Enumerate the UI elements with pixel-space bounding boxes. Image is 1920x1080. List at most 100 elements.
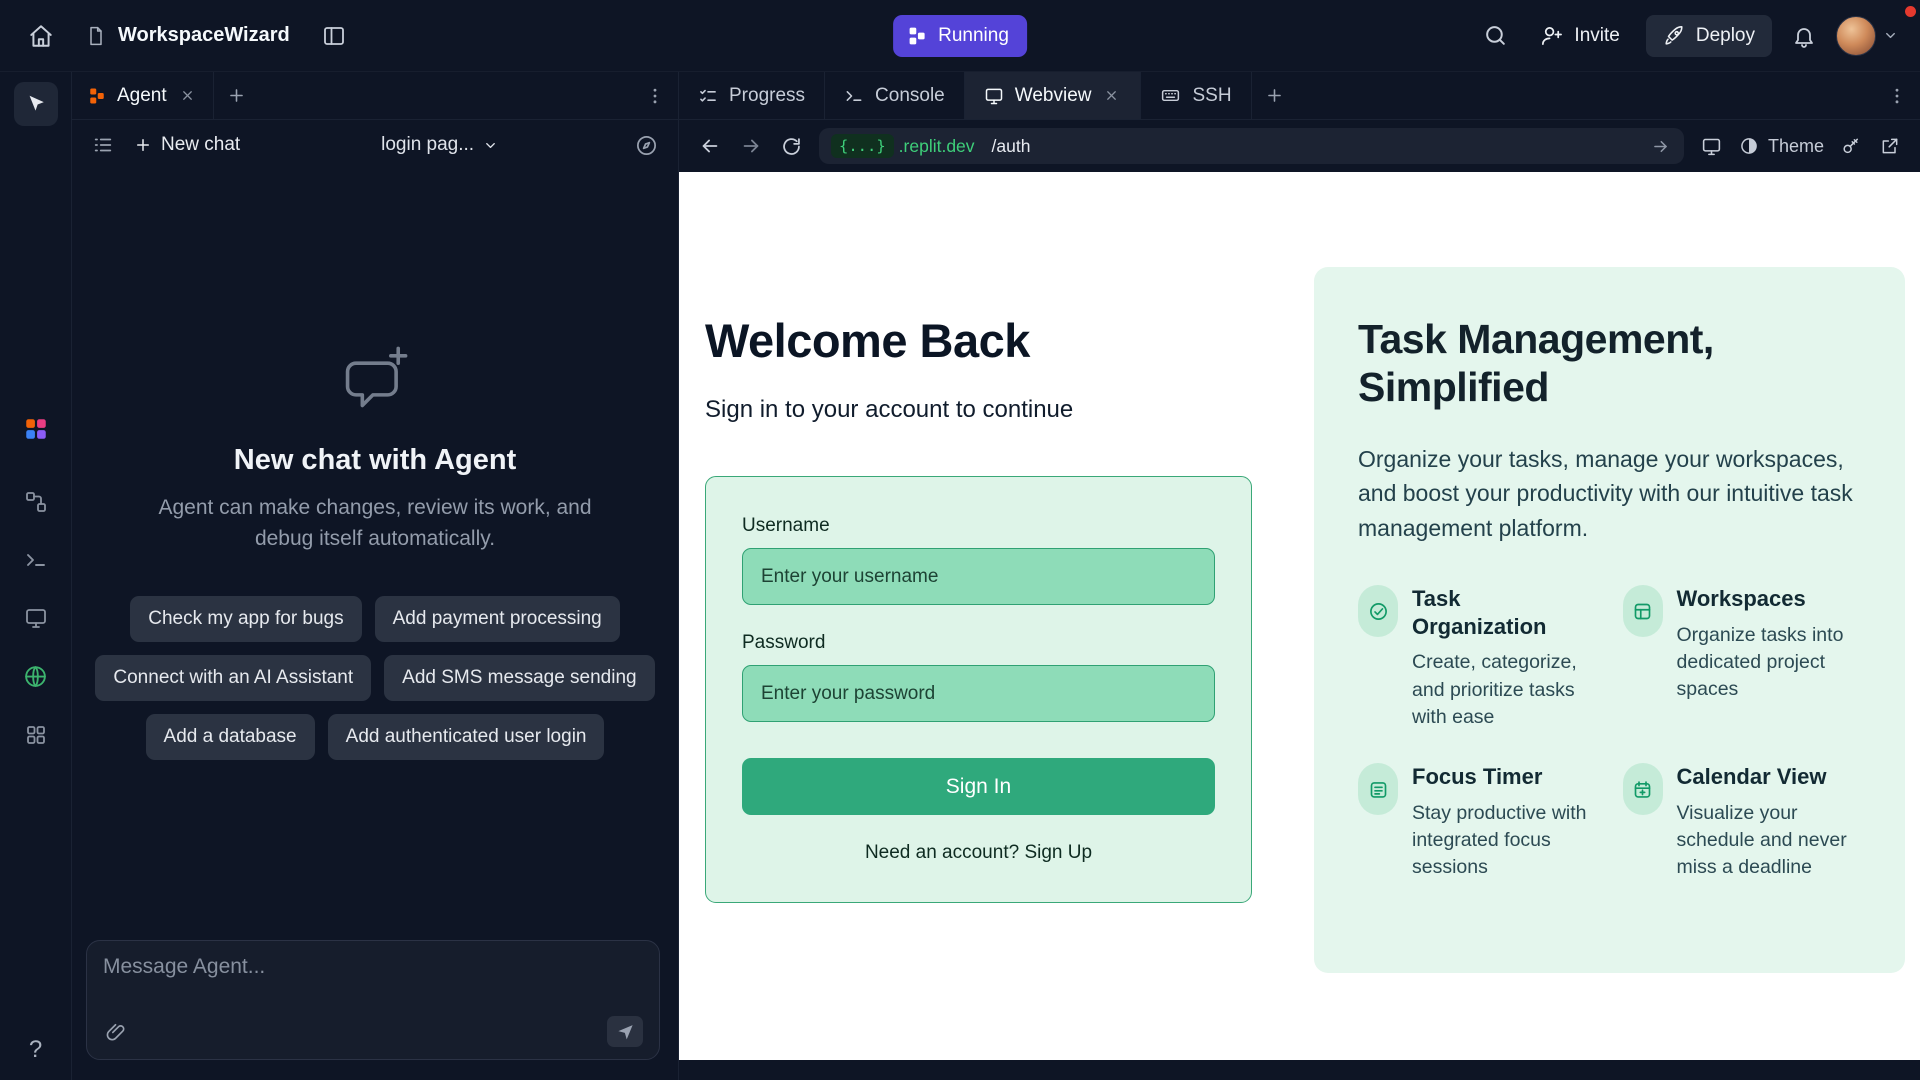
plus-icon xyxy=(227,86,246,105)
chat-bubble-plus-icon xyxy=(337,340,413,416)
devtools-button[interactable] xyxy=(1839,134,1863,158)
bell-icon xyxy=(1792,24,1816,48)
agent-tab-label: Agent xyxy=(117,85,167,107)
password-field[interactable] xyxy=(742,665,1215,722)
help-label: ? xyxy=(29,1036,42,1063)
sign-in-button[interactable]: Sign In xyxy=(742,758,1215,815)
agent-panel: Agent New chat login pag... xyxy=(72,72,679,1080)
suggestion-chip[interactable]: Add SMS message sending xyxy=(384,655,654,701)
welcome-heading: Welcome Back xyxy=(705,313,1252,368)
search-button[interactable] xyxy=(1477,17,1514,54)
arrow-left-icon xyxy=(699,135,721,157)
apps-grid-nav-button[interactable] xyxy=(22,721,50,749)
key-icon xyxy=(1841,136,1861,156)
chevron-down-icon xyxy=(483,138,498,153)
tab-label: SSH xyxy=(1192,85,1231,107)
agent-empty-state: New chat with Agent Agent can make chang… xyxy=(72,170,678,930)
agent-chat-toolbar: New chat login pag... xyxy=(72,120,678,170)
layout-toggle-button[interactable] xyxy=(316,18,352,54)
tab-ssh[interactable]: SSH xyxy=(1141,72,1251,119)
feature-title: Focus Timer xyxy=(1412,763,1597,791)
tab-agent[interactable]: Agent xyxy=(72,72,214,119)
agent-nav-button[interactable] xyxy=(21,414,51,444)
feature-grid: Task Organization Create, categorize, an… xyxy=(1358,585,1861,881)
add-workspace-tab-button[interactable] xyxy=(1252,72,1298,119)
tab-webview[interactable]: Webview xyxy=(965,72,1142,119)
send-icon xyxy=(616,1022,635,1041)
close-icon xyxy=(180,88,195,103)
webview-tab-close-button[interactable] xyxy=(1102,86,1121,105)
suggestion-chips: Check my app for bugs Add payment proces… xyxy=(90,596,660,760)
compass-icon xyxy=(635,134,658,157)
deploy-button[interactable]: Deploy xyxy=(1646,15,1772,57)
feature-description: Organize tasks into dedicated project sp… xyxy=(1677,622,1862,704)
home-button[interactable] xyxy=(22,17,60,55)
help-button[interactable]: ? xyxy=(29,1036,42,1064)
browser-forward-button[interactable] xyxy=(738,133,764,159)
suggestion-chip[interactable]: Add a database xyxy=(146,714,315,760)
deployments-nav-button[interactable] xyxy=(21,662,50,691)
agent-panel-menu-button[interactable] xyxy=(632,72,678,119)
password-label: Password xyxy=(742,632,1215,654)
calendar-plus-icon xyxy=(1623,763,1663,815)
running-status-button[interactable]: Running xyxy=(893,15,1027,57)
workspace-tabbar: Progress Console Webview SSH xyxy=(679,72,1920,120)
workspace-title: WorkspaceWizard xyxy=(118,24,290,47)
invite-button[interactable]: Invite xyxy=(1528,15,1631,56)
checkpoint-history-button[interactable] xyxy=(631,130,662,161)
url-host: .replit.dev xyxy=(899,136,975,157)
avatar xyxy=(1836,16,1876,56)
monitor-icon xyxy=(24,606,48,630)
deploy-label: Deploy xyxy=(1696,25,1755,47)
url-go-button[interactable] xyxy=(1649,135,1672,158)
webview-nav-button[interactable] xyxy=(22,604,50,632)
open-in-new-tab-button[interactable] xyxy=(1878,134,1902,158)
theme-toggle-button[interactable]: Theme xyxy=(1739,136,1824,157)
sign-up-link[interactable]: Need an account? Sign Up xyxy=(742,842,1215,864)
message-composer[interactable] xyxy=(86,940,660,1060)
url-input[interactable]: {...} .replit.dev /auth xyxy=(819,128,1684,164)
username-field[interactable] xyxy=(742,548,1215,605)
attach-file-button[interactable] xyxy=(103,1019,129,1045)
chat-title: login pag... xyxy=(381,134,474,156)
notifications-button[interactable] xyxy=(1786,18,1822,54)
cursor-icon xyxy=(25,93,47,115)
suggestion-chip[interactable]: Check my app for bugs xyxy=(130,596,361,642)
chat-list-button[interactable] xyxy=(88,130,118,160)
chat-title-dropdown[interactable]: login pag... xyxy=(381,134,498,156)
topbar: WorkspaceWizard Running Invite Deploy xyxy=(0,0,1920,72)
suggestion-chip[interactable]: Add payment processing xyxy=(375,596,620,642)
suggestion-chip[interactable]: Connect with an AI Assistant xyxy=(95,655,371,701)
shell-nav-button[interactable] xyxy=(22,546,50,574)
new-chat-button[interactable]: New chat xyxy=(126,128,248,162)
suggestion-chip[interactable]: Add authenticated user login xyxy=(328,714,605,760)
feature-task-organization: Task Organization Create, categorize, an… xyxy=(1358,585,1597,731)
feature-title: Workspaces xyxy=(1677,585,1862,613)
tab-console[interactable]: Console xyxy=(825,72,965,119)
select-tool-button[interactable] xyxy=(14,82,58,126)
send-message-button[interactable] xyxy=(607,1016,643,1047)
responsive-view-button[interactable] xyxy=(1699,134,1724,159)
arrow-right-icon xyxy=(1651,137,1670,156)
username-label: Username xyxy=(742,515,1215,537)
invite-user-icon xyxy=(1540,24,1563,47)
home-icon xyxy=(28,23,54,49)
workspace-pane-menu-button[interactable] xyxy=(1874,72,1920,119)
workflows-nav-button[interactable] xyxy=(22,488,50,516)
tab-progress[interactable]: Progress xyxy=(679,72,825,119)
add-tab-button[interactable] xyxy=(214,72,260,119)
tab-label: Webview xyxy=(1015,85,1092,107)
account-menu[interactable] xyxy=(1836,16,1898,56)
agent-tab-close-button[interactable] xyxy=(178,86,197,105)
tab-label: Console xyxy=(875,85,945,107)
running-label: Running xyxy=(938,25,1009,47)
webview-url-bar: {...} .replit.dev /auth Theme xyxy=(679,120,1920,172)
layout-icon xyxy=(322,24,346,48)
focus-timer-icon xyxy=(1358,763,1398,815)
browser-back-button[interactable] xyxy=(697,133,723,159)
browser-refresh-button[interactable] xyxy=(779,134,804,159)
terminal-icon xyxy=(24,548,48,572)
plus-icon xyxy=(1265,86,1284,105)
message-input[interactable] xyxy=(103,955,643,979)
check-circle-icon xyxy=(1358,585,1398,637)
